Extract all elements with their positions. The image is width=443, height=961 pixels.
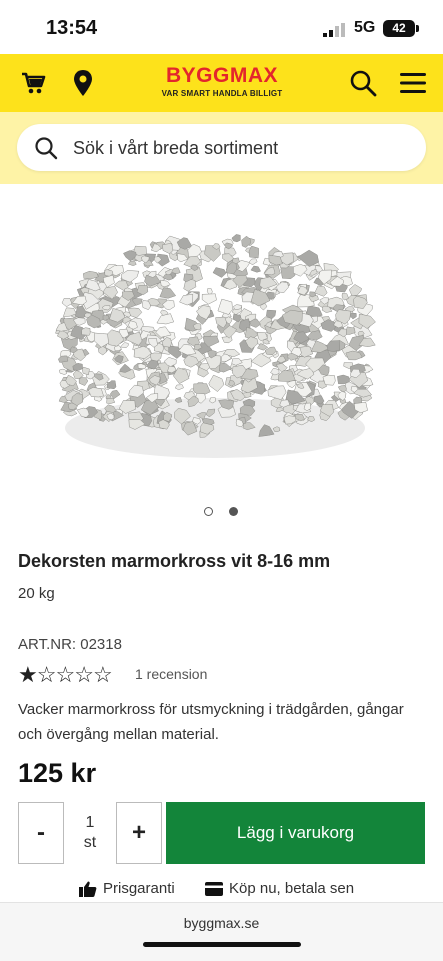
signal-icon	[323, 23, 345, 37]
product-description: Vacker marmorkross för utsmyckning i trä…	[18, 701, 404, 743]
network-type: 5G	[354, 19, 376, 36]
gravel-stone	[293, 264, 308, 277]
quantity-stepper: - 1 st +	[18, 802, 164, 864]
gravel-stone	[337, 384, 347, 393]
pay-later-label: Köp nu, betala sen	[229, 880, 355, 897]
site-header: BYGGMAX VAR SMART HANDLA BILLIGT	[0, 54, 443, 112]
logo-tagline: VAR SMART HANDLA BILLIGT	[161, 89, 283, 98]
carousel-dot-1[interactable]	[204, 507, 213, 516]
location-pin-icon[interactable]	[66, 66, 100, 100]
gravel-stone	[231, 234, 241, 243]
gravel-stone	[218, 362, 233, 373]
credit-card-icon	[205, 881, 223, 896]
status-bar: 13:54 5G 42	[0, 0, 443, 54]
gravel-stone	[326, 340, 341, 352]
gravel-stone	[106, 380, 117, 390]
quantity-value: 1	[85, 814, 95, 831]
gravel-stone	[127, 261, 137, 266]
gravel-stone	[59, 368, 68, 375]
gravel-stone	[348, 284, 362, 296]
gravel-stone	[148, 338, 158, 348]
gravel-stone	[61, 298, 73, 308]
gravel-stone	[162, 243, 174, 255]
add-to-cart-button[interactable]: Lägg i varukorg	[166, 802, 425, 864]
product-image[interactable]	[50, 228, 380, 468]
gravel-stone	[241, 235, 251, 248]
gravel-stone	[232, 314, 241, 323]
gravel-stone	[120, 342, 129, 348]
product-weight: 20 kg	[18, 585, 55, 602]
gravel-stone	[156, 313, 175, 325]
gravel-stone	[58, 355, 69, 363]
gravel-stone	[81, 366, 90, 376]
star-empty-icon: ☆	[55, 662, 75, 687]
gravel-stone	[78, 377, 89, 386]
byggmax-logo[interactable]: BYGGMAX VAR SMART HANDLA BILLIGT	[148, 64, 296, 99]
review-count-link[interactable]: 1 recension	[135, 666, 207, 682]
gravel-stone	[81, 327, 91, 336]
price-guarantee-label: Prisgaranti	[103, 880, 175, 897]
gravel-stone	[248, 245, 259, 259]
increase-quantity-button[interactable]: +	[116, 802, 162, 864]
logo-text: BYGGMAX	[165, 64, 278, 87]
gravel-stone	[346, 326, 356, 335]
gravel-stone	[174, 384, 184, 391]
url-bar[interactable]: byggmax.se	[0, 915, 443, 931]
quantity-unit: st	[83, 834, 97, 851]
article-number: ART.NR: 02318	[18, 636, 122, 653]
gravel-stone	[150, 352, 162, 362]
battery-icon: 42	[383, 20, 415, 37]
gravel-stone	[257, 343, 269, 351]
search-band: Sök i vårt breda sortiment	[0, 112, 443, 184]
star-empty-icon: ☆	[92, 662, 113, 687]
gravel-stone	[270, 367, 280, 376]
thumbs-up-icon	[79, 881, 97, 897]
search-field-icon	[35, 137, 58, 160]
gravel-stone	[314, 285, 328, 297]
battery-tip	[416, 25, 419, 32]
gravel-stone	[250, 265, 261, 273]
product-title: Dekorsten marmorkross vit 8-16 mm	[18, 551, 331, 571]
gravel-stone	[217, 298, 233, 315]
gravel-stone	[208, 374, 225, 392]
product-price: 125 kr	[18, 758, 97, 788]
search-placeholder: Sök i vårt breda sortiment	[73, 138, 279, 158]
star-rating: ★☆☆☆☆	[18, 662, 113, 687]
gravel-stone	[160, 279, 171, 288]
gravel-stone	[71, 295, 87, 306]
pay-later[interactable]: Köp nu, betala sen	[205, 880, 354, 897]
search-input[interactable]: Sök i vårt breda sortiment	[17, 124, 426, 171]
decrease-quantity-button[interactable]: -	[18, 802, 64, 864]
status-time: 13:54	[46, 17, 98, 39]
gravel-stone	[212, 267, 227, 278]
gravel-stone	[349, 312, 357, 320]
star-filled-icon: ★	[18, 662, 38, 687]
gravel-stone	[179, 294, 194, 306]
menu-icon[interactable]	[396, 66, 430, 100]
carousel-dot-2[interactable]	[229, 507, 238, 516]
browser-bar: byggmax.se	[0, 902, 443, 961]
star-empty-icon: ☆	[36, 662, 57, 687]
gravel-stone	[322, 374, 336, 386]
gravel-stone	[109, 389, 121, 400]
gravel-stone	[201, 293, 217, 305]
guarantees-row: Prisgaranti Köp nu, betala sen	[0, 880, 443, 902]
search-icon[interactable]	[346, 66, 380, 100]
home-indicator[interactable]	[143, 942, 301, 947]
gravel-stone	[171, 267, 181, 275]
quantity-field[interactable]: 1 st	[64, 802, 116, 864]
gravel-stone	[248, 258, 258, 266]
price-guarantee[interactable]: Prisgaranti	[79, 880, 175, 897]
gravel-stone	[337, 374, 350, 385]
star-empty-icon: ☆	[74, 662, 94, 687]
gravel-stone	[87, 387, 104, 398]
cart-icon[interactable]	[16, 66, 50, 100]
carousel-dots	[203, 506, 243, 518]
